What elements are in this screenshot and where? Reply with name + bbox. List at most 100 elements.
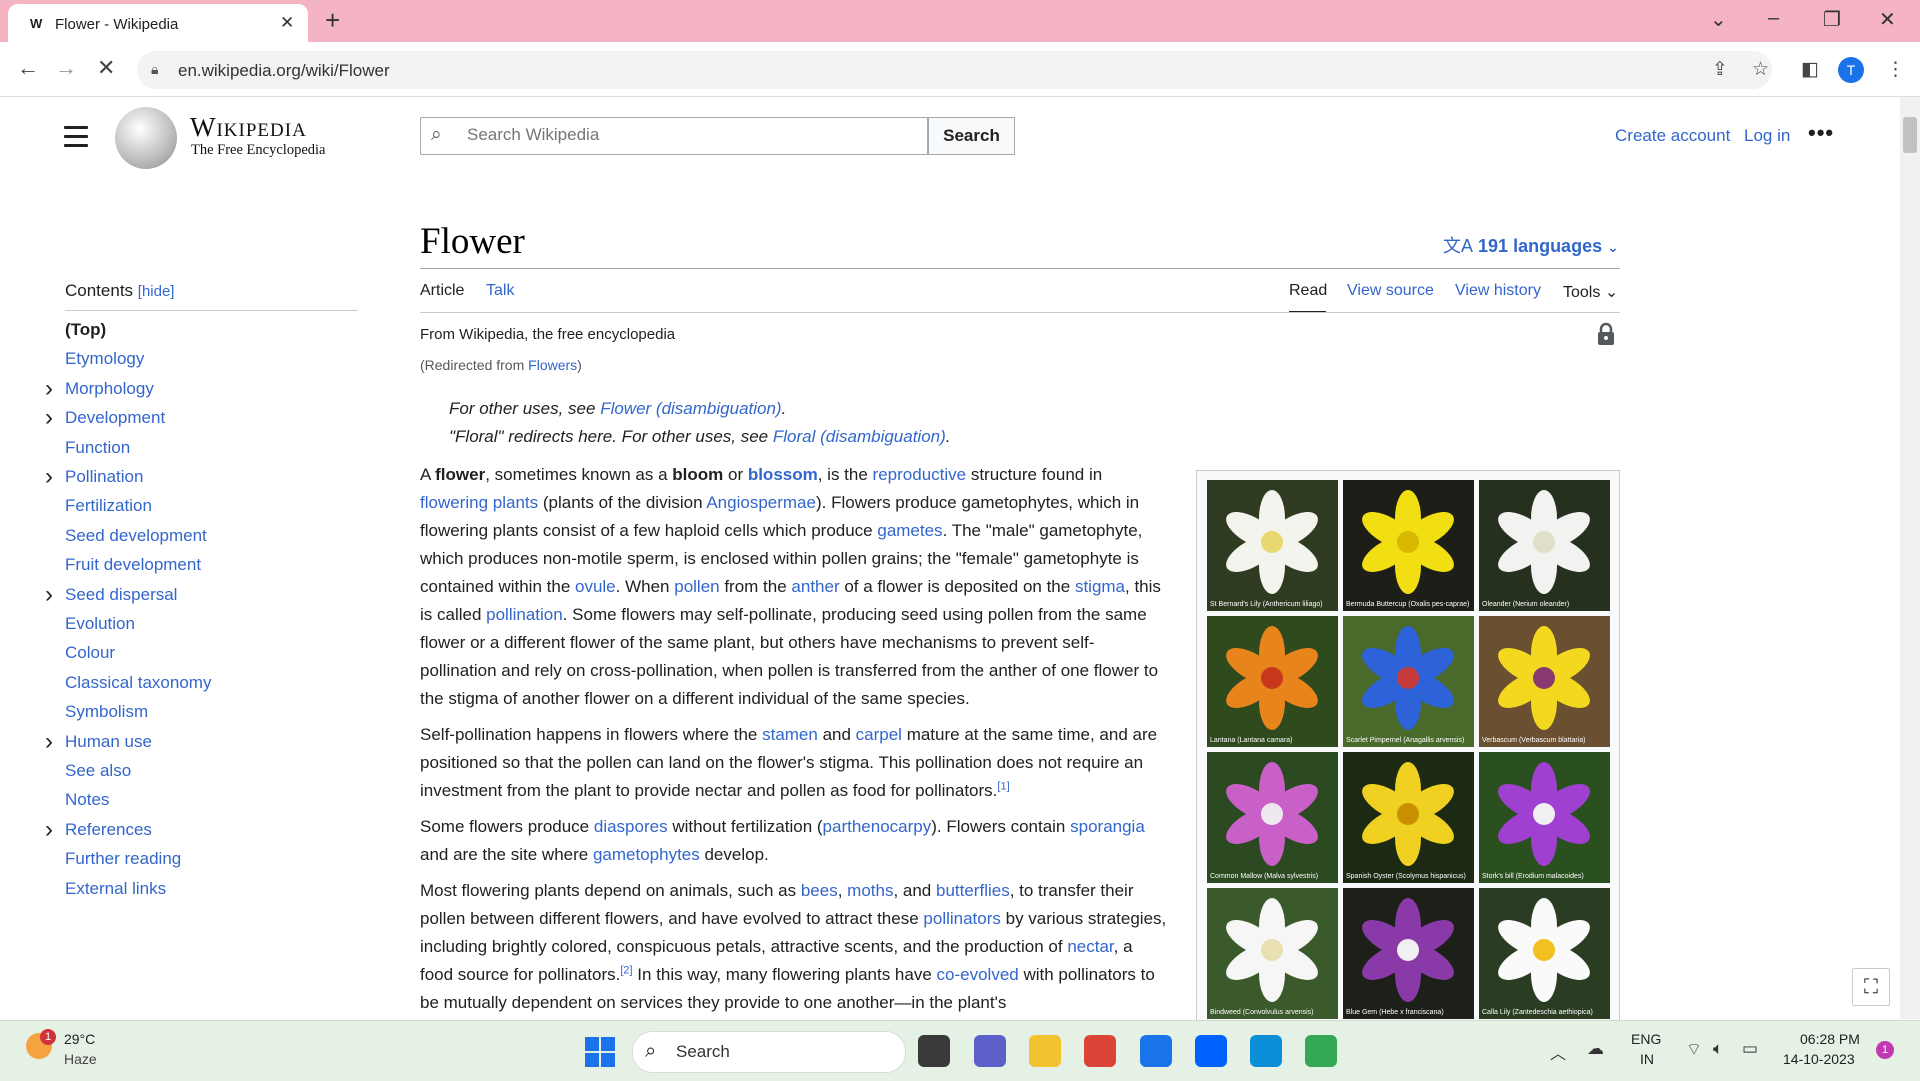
wiki-link[interactable]: flowering plants [420, 493, 538, 512]
forward-icon[interactable]: → [55, 55, 77, 81]
input-region[interactable]: IN [1640, 1051, 1654, 1067]
tab-read[interactable]: Read [1289, 282, 1327, 300]
dropbox-icon[interactable] [1195, 1035, 1227, 1067]
toc-item[interactable]: Classical taxonomy [65, 673, 211, 693]
volume-icon[interactable]: 🔈︎ [1713, 1039, 1723, 1059]
gallery-flower-image[interactable]: Bindweed (Convolvulus arvensis) [1207, 888, 1338, 1019]
browser-tab[interactable]: W Flower - Wikipedia ✕ [8, 4, 308, 42]
input-language[interactable]: ENG [1631, 1031, 1661, 1047]
share-icon[interactable]: ⇪ [1712, 58, 1728, 81]
gallery-flower-image[interactable]: Scarlet Pimpernel (Anagallis arvensis) [1343, 616, 1474, 747]
expand-chevron-icon[interactable]: › [45, 406, 53, 430]
tab-search-chevron-icon[interactable]: ⌄ [1710, 7, 1727, 32]
kebab-menu-icon[interactable]: ⋮ [1886, 58, 1905, 81]
toc-item[interactable]: Seed development [65, 526, 207, 546]
gallery-flower-image[interactable]: Stork's bill (Erodium malacoides) [1479, 752, 1610, 883]
toc-item[interactable]: Fruit development [65, 555, 201, 575]
toc-item[interactable]: Pollination [65, 467, 143, 487]
search-button[interactable]: Search [928, 117, 1015, 155]
wiki-link[interactable]: carpel [856, 725, 902, 744]
back-icon[interactable]: ← [17, 55, 39, 81]
wiki-link[interactable]: diaspores [594, 817, 668, 836]
tab-talk[interactable]: Talk [486, 282, 514, 300]
wikipedia-wordmark[interactable]: Wikipedia [190, 112, 307, 143]
wiki-link[interactable]: pollinators [923, 909, 1001, 928]
wiki-link[interactable]: reproductive [873, 465, 967, 484]
tab-view-source[interactable]: View source [1347, 282, 1434, 300]
user-menu-more-icon[interactable]: ••• [1808, 120, 1834, 146]
tab-article[interactable]: Article [420, 282, 464, 300]
wiki-link[interactable]: ovule [575, 577, 616, 596]
scrollbar-thumb[interactable] [1903, 117, 1917, 153]
weather-condition[interactable]: Haze [64, 1051, 97, 1067]
onedrive-cloud-icon[interactable]: ☁ [1587, 1039, 1604, 1059]
wiki-link[interactable]: moths [847, 881, 893, 900]
floral-disambiguation-link[interactable]: Floral (disambiguation) [773, 427, 946, 446]
toc-item[interactable]: Evolution [65, 614, 135, 634]
wiki-link[interactable]: stamen [762, 725, 818, 744]
citation-link[interactable]: [2] [620, 964, 632, 976]
fullscreen-toggle-icon[interactable]: ⛶ [1852, 968, 1890, 1006]
wiki-link[interactable]: nectar [1067, 937, 1113, 956]
expand-chevron-icon[interactable]: › [45, 818, 53, 842]
language-selector[interactable]: 文A 191 languages ⌄ [1443, 232, 1619, 258]
toc-item[interactable]: Etymology [65, 349, 144, 369]
lock-icon[interactable]: 🔒︎ [151, 61, 158, 78]
gallery-flower-image[interactable]: Oleander (Nerium oleander) [1479, 480, 1610, 611]
search-input[interactable] [465, 124, 909, 146]
edge-icon[interactable] [1250, 1035, 1282, 1067]
restore-icon[interactable]: ❐ [1823, 7, 1841, 32]
gallery-flower-image[interactable]: Common Mallow (Malva sylvestris) [1207, 752, 1338, 883]
tools-dropdown[interactable]: Tools ⌄ [1563, 282, 1618, 302]
wikipedia-globe-logo[interactable] [115, 107, 177, 169]
taskbar-search[interactable]: ⌕ Search [632, 1031, 906, 1073]
wiki-link[interactable]: pollination [486, 605, 563, 624]
wiki-link[interactable]: co-evolved [937, 965, 1019, 984]
file-explorer-icon[interactable] [1029, 1035, 1061, 1067]
wiki-link[interactable]: gametophytes [593, 845, 700, 864]
gallery-flower-image[interactable]: Calla Lily (Zantedeschia aethiopica) [1479, 888, 1610, 1019]
wiki-link[interactable]: stigma [1075, 577, 1125, 596]
notification-badge[interactable]: 1 [1876, 1041, 1894, 1059]
address-bar[interactable]: 🔒︎ en.wikipedia.org/wiki/Flower [137, 51, 1772, 89]
wifi-icon[interactable]: ⌔ [1686, 1039, 1702, 1060]
url-text[interactable]: en.wikipedia.org/wiki/Flower [178, 61, 390, 81]
window-close-icon[interactable]: ✕ [1879, 7, 1896, 32]
toc-item[interactable]: Fertilization [65, 496, 152, 516]
flower-disambiguation-link[interactable]: Flower (disambiguation) [600, 399, 781, 418]
expand-chevron-icon[interactable]: › [45, 377, 53, 401]
toc-item[interactable]: Symbolism [65, 702, 148, 722]
wiki-link[interactable]: gametes [877, 521, 942, 540]
chrome-icon[interactable] [1084, 1035, 1116, 1067]
wiki-link[interactable]: bees [801, 881, 838, 900]
redirect-link[interactable]: Flowers [528, 357, 577, 373]
gallery-flower-image[interactable]: Verbascum (Verbascum blattaria) [1479, 616, 1610, 747]
wiki-link[interactable]: anther [791, 577, 839, 596]
toc-item[interactable]: External links [65, 879, 166, 899]
gallery-flower-image[interactable]: St Bernard's Lily (Anthericum liliago) [1207, 480, 1338, 611]
toc-item[interactable]: Human use [65, 732, 152, 752]
new-tab-icon[interactable]: + [325, 5, 340, 36]
mail-icon[interactable] [1140, 1035, 1172, 1067]
wiki-link[interactable]: Angiospermae [706, 493, 816, 512]
gallery-flower-image[interactable]: Bermuda Buttercup (Oxalis pes-caprae) [1343, 480, 1474, 611]
close-tab-icon[interactable]: ✕ [280, 13, 294, 33]
toc-item[interactable]: Development [65, 408, 165, 428]
battery-icon[interactable]: ▭ [1742, 1039, 1758, 1059]
profile-avatar[interactable]: T [1838, 57, 1864, 83]
expand-chevron-icon[interactable]: › [45, 730, 53, 754]
page-scrollbar[interactable] [1900, 97, 1920, 1019]
gallery-flower-image[interactable]: Spanish Oyster (Scolymus hispanicus) [1343, 752, 1474, 883]
wiki-link[interactable]: pollen [674, 577, 719, 596]
main-menu-icon[interactable] [64, 126, 88, 153]
teams-chat-icon[interactable] [974, 1035, 1006, 1067]
log-in-link[interactable]: Log in [1744, 126, 1790, 146]
wiki-link[interactable]: parthenocarpy [823, 817, 932, 836]
gallery-flower-image[interactable]: Blue Gem (Hebe x franciscana) [1343, 888, 1474, 1019]
minimize-icon[interactable]: – [1768, 7, 1779, 30]
expand-chevron-icon[interactable]: › [45, 465, 53, 489]
toc-item[interactable]: (Top) [65, 320, 106, 340]
toc-item[interactable]: Notes [65, 790, 109, 810]
protection-lock-icon[interactable] [1596, 322, 1616, 346]
toc-hide-link[interactable]: [hide] [138, 283, 175, 300]
